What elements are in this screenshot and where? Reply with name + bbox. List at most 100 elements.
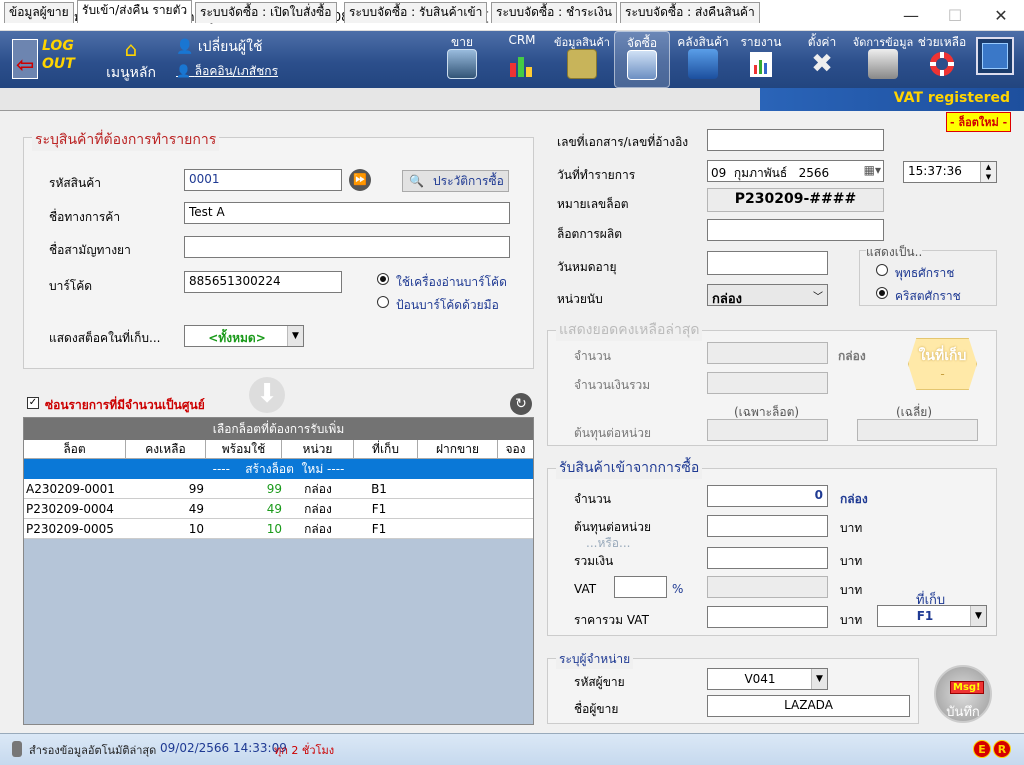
supplier-code-value: V041 xyxy=(744,672,776,686)
product-code-input[interactable]: 0001 xyxy=(184,169,342,191)
warehouse-icon xyxy=(688,49,718,79)
table-row[interactable]: P230209-0004 49 49 กล่อง F1 xyxy=(24,499,533,519)
monitor-icon[interactable] xyxy=(976,37,1014,75)
lot-grid: เลือกล็อตที่ต้องการรับเพิ่ม ล็อต คงเหลือ… xyxy=(23,417,534,725)
location-select[interactable]: F1 ▼ xyxy=(877,605,987,627)
buddhist-era-radio[interactable] xyxy=(876,264,888,276)
cell-lot: P230209-0005 xyxy=(26,522,114,536)
doc-no-input[interactable] xyxy=(707,129,884,151)
minimize-button[interactable]: — xyxy=(888,0,934,31)
purchase-button[interactable]: จัดซื้อ xyxy=(614,31,670,88)
tab-payment[interactable]: ระบบจัดซื้อ : ชำระเงิน xyxy=(491,2,617,23)
balance-amount-label: จำนวนเงินรวม xyxy=(574,378,651,392)
balance-amount-field xyxy=(707,372,828,394)
database-icon xyxy=(868,49,898,79)
tab-return-goods[interactable]: ระบบจัดซื้อ : ส่งคืนสินค้า xyxy=(620,2,760,23)
barcode-reader-label: ใช้เครื่องอ่านบาร์โค้ด xyxy=(396,275,507,289)
date-picker[interactable]: 09 กุมภาพันธ์ 2566 ▦▾ xyxy=(707,160,884,182)
unit-select[interactable]: กล่อง ﹀ xyxy=(707,284,828,307)
unit-value: กล่อง xyxy=(712,292,742,307)
cell-ready: 99 xyxy=(266,482,282,496)
login-history-link[interactable]: 👤 ล็อคอิน/เภสัชกร xyxy=(176,62,296,82)
cell-loc: F1 xyxy=(371,502,387,516)
tab-receive-return-item[interactable]: รับเข้า/ส่งคืน รายตัว xyxy=(77,0,193,23)
chevron-down-icon: ﹀ xyxy=(813,292,823,303)
receive-qty-input[interactable]: 0 xyxy=(707,485,828,507)
settings-button[interactable]: ตั้งค่า ✖ xyxy=(798,31,846,88)
main-toolbar: ⇦ LOG OUT ⌂ เมนูหลัก 👤 เปลี่ยนผู้ใช้ 👤 ล… xyxy=(0,31,1024,88)
cost-baht-label: บาท xyxy=(840,521,863,535)
expiry-input[interactable] xyxy=(707,251,828,275)
stock-location-value: <ทั้งหมด> xyxy=(208,331,266,345)
tab-supplier-info[interactable]: ข้อมูลผู้ขาย xyxy=(4,2,74,23)
e-icon[interactable]: E xyxy=(973,740,991,758)
product-info-button[interactable]: ข้อมูลสินค้า xyxy=(554,31,610,88)
barcode-manual-radio[interactable] xyxy=(377,296,389,308)
col-reserve: จอง xyxy=(505,442,526,456)
supplier-code-select[interactable]: V041 ▼ xyxy=(707,668,828,690)
switch-user-button[interactable]: 👤 เปลี่ยนผู้ใช้ xyxy=(176,36,296,56)
home-button[interactable]: ⌂ เมนูหลัก xyxy=(100,31,162,88)
sell-button[interactable]: ขาย xyxy=(440,31,484,88)
cell-remain: 10 xyxy=(188,522,204,536)
or-label: ...หรือ... xyxy=(586,536,631,550)
total-label: รวมเงิน xyxy=(574,554,614,568)
switch-user-label: เปลี่ยนผู้ใช้ xyxy=(197,39,263,55)
total-vat-label: ราคารวม VAT xyxy=(574,613,649,627)
new-lot-row[interactable]: ---- สร้างล็อต ใหม่ ---- xyxy=(24,459,533,479)
generic-name-label: ชื่อสามัญทางยา xyxy=(49,243,131,257)
cart-icon xyxy=(627,50,657,80)
trade-name-input[interactable]: Test A xyxy=(184,202,510,224)
stock-location-select[interactable]: <ทั้งหมด> ▼ xyxy=(184,325,304,347)
receive-cost-input[interactable] xyxy=(707,515,828,537)
barcode-input[interactable]: 885651300224 xyxy=(184,271,342,293)
search-product-icon[interactable]: ⏩ xyxy=(349,169,371,191)
total-baht-label: บาท xyxy=(840,554,863,568)
average-cost-field xyxy=(857,419,978,441)
vat-percent-input[interactable] xyxy=(614,576,667,598)
r-icon[interactable]: R xyxy=(993,740,1011,758)
receive-qty-label: จำนวน xyxy=(574,492,611,506)
logout-button[interactable]: ⇦ LOG OUT xyxy=(8,35,92,83)
supplier-name-label: ชื่อผู้ขาย xyxy=(574,702,619,716)
location-badge: ในที่เก็บ - xyxy=(908,338,977,390)
supplier-name-field[interactable]: LAZADA xyxy=(707,695,910,717)
stock-location-label: แสดงสต็อคในที่เก็บ... xyxy=(49,331,161,345)
pharmacist-icon: 👤 xyxy=(176,64,191,78)
table-row[interactable]: A230209-0001 99 99 กล่อง B1 xyxy=(24,479,533,499)
balance-cost-label: ต้นทุนต่อหน่วย xyxy=(574,426,651,440)
total-vat-input[interactable] xyxy=(707,606,828,628)
tab-receive-goods[interactable]: ระบบจัดซื้อ : รับสินค้าเข้า xyxy=(344,2,488,23)
time-spinner[interactable]: ▲ ▼ xyxy=(980,162,996,182)
crm-label: CRM xyxy=(508,33,536,47)
barcode-reader-radio[interactable] xyxy=(377,273,389,285)
balance-qty-field xyxy=(707,342,828,364)
date-value: 09 กุมภาพันธ์ 2566 xyxy=(711,166,830,180)
total-input[interactable] xyxy=(707,547,828,569)
bar-chart-icon xyxy=(510,57,532,77)
report-button[interactable]: รายงาน xyxy=(736,31,786,88)
stock-button[interactable]: คลังสินค้า xyxy=(676,31,730,88)
data-mgmt-button[interactable]: จัดการข้อมูล xyxy=(852,31,914,88)
history-button[interactable]: 🔍 ประวัติการซื้อ xyxy=(402,170,509,192)
unit-label: หน่วยนับ xyxy=(557,292,603,306)
cell-ready: 49 xyxy=(266,502,282,516)
close-button[interactable]: ✕ xyxy=(978,0,1024,31)
generic-name-input[interactable] xyxy=(184,236,510,258)
mfg-lot-input[interactable] xyxy=(707,219,884,241)
save-button[interactable]: Msg! บันทึก xyxy=(934,665,992,723)
col-unit: หน่วย xyxy=(282,440,354,459)
cell-unit: กล่อง xyxy=(304,482,332,496)
login-history-label: ล็อคอิน/เภสัชกร xyxy=(194,64,279,78)
house-icon: ⌂ xyxy=(124,37,138,61)
chevron-down-icon: ▼ xyxy=(970,606,986,626)
tab-open-po[interactable]: ระบบจัดซื้อ : เปิดใบสั่งซื้อ xyxy=(195,2,337,23)
table-row[interactable]: P230209-0005 10 10 กล่อง F1 xyxy=(24,519,533,539)
hide-zero-checkbox[interactable]: ✓ xyxy=(27,397,39,409)
crm-button[interactable]: CRM xyxy=(500,31,544,88)
cell-lot: P230209-0004 xyxy=(26,502,114,516)
help-button[interactable]: ช่วยเหลือ xyxy=(916,31,968,88)
refresh-icon[interactable]: ↻ xyxy=(510,393,532,415)
maximize-button[interactable]: ☐ xyxy=(932,0,978,31)
christian-era-radio[interactable] xyxy=(876,287,888,299)
